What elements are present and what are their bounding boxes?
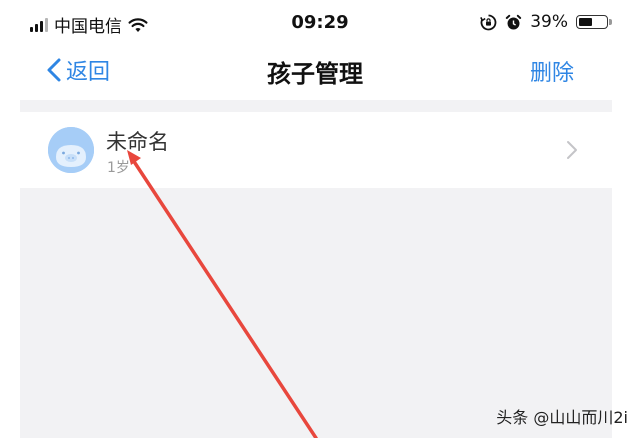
child-name: 未命名 (106, 130, 169, 154)
navigation-bar: 返回 孩子管理 删除 (0, 44, 640, 100)
status-right: 39% (480, 12, 612, 32)
rotation-lock-icon (480, 14, 497, 30)
delete-button[interactable]: 删除 (530, 55, 574, 87)
alarm-icon (506, 14, 522, 29)
watermark-text: 头条 @山山而川2i (496, 408, 628, 427)
pig-avatar-icon (48, 127, 94, 173)
chevron-right-icon (567, 141, 577, 159)
child-age: 1岁 (107, 160, 130, 176)
screen: 中国电信 09:29 39% 返回 孩子管理 删除 未命名 1岁 头条 @山山而… (0, 0, 640, 438)
status-bar: 中国电信 09:29 39% (0, 0, 640, 44)
child-list: 未命名 1岁 (20, 100, 612, 438)
list-item-child[interactable]: 未命名 1岁 (20, 112, 612, 188)
battery-percent: 39% (530, 12, 568, 32)
battery-icon (576, 15, 612, 29)
